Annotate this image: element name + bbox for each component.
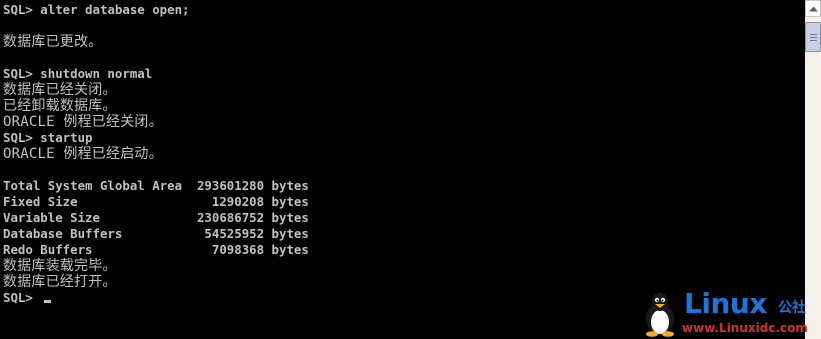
console-line: SQL> shutdown normal <box>3 66 153 81</box>
console-line: ORACLE 例程已经关闭。 <box>3 114 163 130</box>
scroll-up-button[interactable] <box>805 0 821 17</box>
console-line: Redo Buffers 7098368 bytes <box>3 242 309 257</box>
console-line: Variable Size 230686752 bytes <box>3 210 309 225</box>
scrollbar-thumb[interactable] <box>805 22 821 52</box>
console-line: 数据库已经关闭。 <box>3 82 117 98</box>
chevron-up-icon <box>809 6 818 12</box>
grip-line <box>810 37 817 38</box>
grip-line <box>810 40 817 41</box>
console-line: SQL> startup <box>3 130 93 145</box>
console-line: 数据库装载完毕。 <box>3 258 117 274</box>
grip-line <box>810 34 817 35</box>
console-line: Database Buffers 54525952 bytes <box>3 226 309 241</box>
linuxidc-watermark: Linux 公社 www.Linuxidc.com <box>636 287 816 339</box>
brand-logo-cn: 公社 <box>778 300 806 316</box>
text-cursor <box>44 300 51 303</box>
console-prompt: SQL> <box>3 290 41 305</box>
console-line: SQL> alter database open; <box>3 2 190 17</box>
site-url: www.Linuxidc.com <box>682 321 808 335</box>
console-line: ORACLE 例程已经启动。 <box>3 146 163 162</box>
console-line: Total System Global Area 293601280 bytes <box>3 178 309 193</box>
brand-logo-text: Linux <box>684 287 767 320</box>
console-line: 数据库已更改。 <box>3 34 103 50</box>
console-line: Fixed Size 1290208 bytes <box>3 194 309 209</box>
console-line: 数据库已经打开。 <box>3 274 117 290</box>
console-line: 已经卸载数据库。 <box>3 98 117 114</box>
tux-penguin-icon <box>646 293 674 337</box>
